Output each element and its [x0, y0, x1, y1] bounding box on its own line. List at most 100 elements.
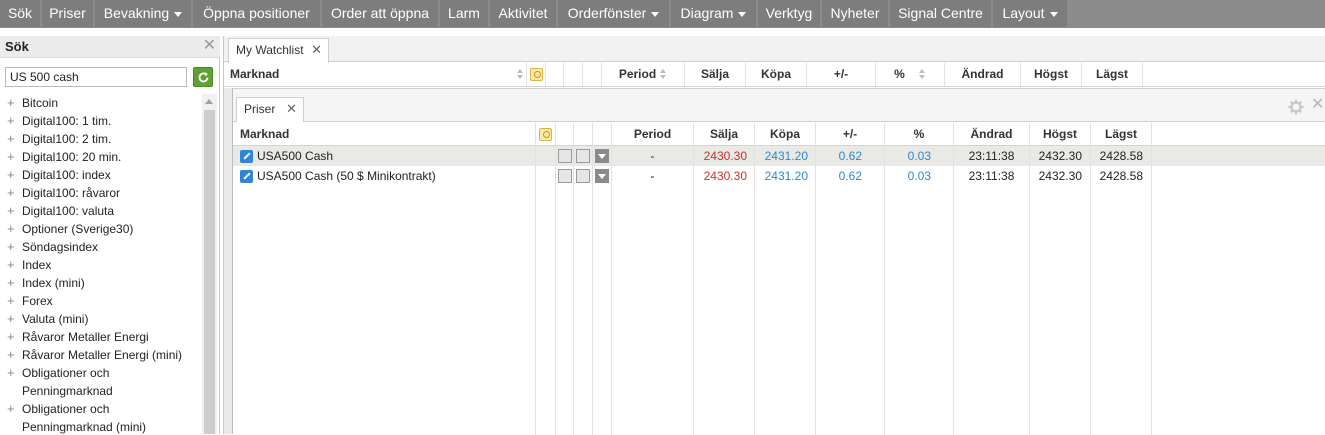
bar-chart-icon[interactable]: [576, 169, 590, 183]
expand-icon[interactable]: +: [7, 184, 15, 202]
bar-chart-icon[interactable]: [576, 149, 590, 163]
edit-icon[interactable]: [240, 150, 253, 164]
tree-item[interactable]: + Söndagsindex: [0, 238, 202, 256]
expand-icon[interactable]: +: [7, 112, 15, 130]
table-row[interactable]: USA500 Cash - 2430.30 2431.20 0.62 0.03 …: [233, 146, 1325, 166]
search-button[interactable]: [193, 67, 213, 87]
tree-item[interactable]: + Index (mini): [0, 274, 202, 292]
column-header-low[interactable]: Lägst: [1091, 123, 1152, 146]
tree-item[interactable]: + Forex: [0, 292, 202, 310]
tree-scrollbar[interactable]: [202, 94, 217, 434]
buy-price-cell[interactable]: 2431.20: [755, 146, 816, 166]
tree-item[interactable]: + Digital100: råvaror: [0, 184, 202, 202]
column-header-percent[interactable]: %: [885, 123, 954, 146]
column-header-buy[interactable]: Köpa: [746, 63, 807, 86]
tree-item[interactable]: + Digital100: index: [0, 166, 202, 184]
expand-icon[interactable]: +: [7, 328, 15, 346]
info-sheet-icon[interactable]: [558, 169, 572, 183]
expand-icon[interactable]: +: [7, 94, 15, 112]
expand-icon[interactable]: +: [7, 202, 15, 220]
menu-item-layout[interactable]: Layout: [993, 0, 1067, 27]
close-icon[interactable]: ✕: [203, 37, 216, 55]
info-cell[interactable]: [556, 146, 574, 166]
edit-icon[interactable]: [240, 170, 253, 184]
tree-item[interactable]: + Optioner (Sverige30): [0, 220, 202, 238]
expand-icon[interactable]: +: [7, 310, 15, 328]
dropdown-cell[interactable]: [593, 166, 612, 186]
menu-item-order-att-oppna[interactable]: Order att öppna: [322, 0, 438, 27]
scrollbar-thumb[interactable]: [204, 110, 215, 434]
close-icon[interactable]: ✕: [286, 98, 297, 120]
sell-price-cell[interactable]: 2430.30: [694, 166, 755, 186]
column-header-signal[interactable]: [536, 123, 556, 146]
menu-item-diagram[interactable]: Diagram: [671, 0, 756, 27]
column-header-period[interactable]: Period: [612, 123, 694, 146]
column-header-high[interactable]: Högst: [1030, 123, 1091, 146]
sort-icon[interactable]: [517, 69, 524, 80]
sort-icon[interactable]: [918, 69, 926, 80]
menu-item-sok[interactable]: Sök: [0, 0, 40, 27]
chart-cell[interactable]: [574, 146, 593, 166]
expand-icon[interactable]: +: [7, 130, 15, 148]
column-header-updated[interactable]: Ändrad: [945, 63, 1021, 86]
menu-item-bevakning[interactable]: Bevakning: [95, 0, 191, 27]
expand-icon[interactable]: +: [7, 274, 15, 292]
tree-item[interactable]: + Digital100: 2 tim.: [0, 130, 202, 148]
search-input[interactable]: [5, 67, 187, 87]
menu-item-signal-centre[interactable]: Signal Centre: [890, 0, 991, 27]
chart-cell[interactable]: [574, 166, 593, 186]
dropdown-arrow-icon[interactable]: [595, 149, 609, 163]
gear-icon[interactable]: [1288, 99, 1304, 115]
column-header-signal[interactable]: [527, 63, 546, 86]
sort-icon[interactable]: [660, 69, 667, 80]
expand-icon[interactable]: +: [7, 148, 15, 166]
column-header-change[interactable]: +/-: [807, 63, 876, 86]
tree-item[interactable]: + Valuta (mini): [0, 310, 202, 328]
expand-icon[interactable]: +: [7, 292, 15, 310]
buy-price-cell[interactable]: 2431.20: [755, 166, 816, 186]
tree-item[interactable]: + Digital100: 1 tim.: [0, 112, 202, 130]
expand-icon[interactable]: +: [7, 346, 15, 364]
column-header-period[interactable]: Period: [602, 63, 685, 86]
expand-icon[interactable]: +: [7, 220, 15, 238]
tree-item[interactable]: + Index: [0, 256, 202, 274]
menu-item-orderfonster[interactable]: Orderfönster: [558, 0, 669, 27]
expand-icon[interactable]: +: [7, 166, 15, 184]
column-header-updated[interactable]: Ändrad: [954, 123, 1030, 146]
menu-item-oppna-positioner[interactable]: Öppna positioner: [193, 0, 320, 27]
tree-item[interactable]: + Digital100: valuta: [0, 202, 202, 220]
sell-price-cell[interactable]: 2430.30: [694, 146, 755, 166]
column-header-high[interactable]: Högst: [1021, 63, 1082, 86]
scroll-up-arrow-icon[interactable]: [205, 99, 213, 104]
expand-icon[interactable]: +: [7, 256, 15, 274]
tree-item[interactable]: + Råvaror Metaller Energi (mini): [0, 346, 202, 364]
expand-icon[interactable]: +: [7, 364, 15, 382]
table-row[interactable]: USA500 Cash (50 $ Minikontrakt) - 2430.3…: [233, 166, 1325, 186]
tree-item[interactable]: + Bitcoin: [0, 94, 202, 112]
menu-item-nyheter[interactable]: Nyheter: [822, 0, 888, 27]
menu-item-larm[interactable]: Larm: [440, 0, 488, 27]
dropdown-cell[interactable]: [593, 146, 612, 166]
menu-item-verktyg[interactable]: Verktyg: [758, 0, 820, 27]
tab-my-watchlist[interactable]: My Watchlist ✕: [228, 38, 329, 63]
info-sheet-icon[interactable]: [558, 149, 572, 163]
column-header-market[interactable]: Marknad: [233, 123, 536, 146]
menu-item-priser[interactable]: Priser: [42, 0, 93, 27]
expand-icon[interactable]: +: [7, 400, 15, 418]
tab-priser[interactable]: Priser ✕: [236, 97, 304, 122]
close-window-icon[interactable]: ✕: [1311, 95, 1324, 115]
tree-item[interactable]: + Obligationer och Penningmarknad (mini): [0, 400, 202, 434]
expand-icon[interactable]: +: [7, 238, 15, 256]
tree-item[interactable]: + Digital100: 20 min.: [0, 148, 202, 166]
dropdown-arrow-icon[interactable]: [595, 169, 609, 183]
market-cell[interactable]: USA500 Cash (50 $ Minikontrakt): [233, 166, 536, 186]
menu-item-aktivitet[interactable]: Aktivitet: [490, 0, 556, 27]
tree-item[interactable]: + Obligationer och Penningmarknad: [0, 364, 202, 400]
info-cell[interactable]: [556, 166, 574, 186]
column-header-sell[interactable]: Sälja: [694, 123, 755, 146]
column-header-sell[interactable]: Sälja: [685, 63, 746, 86]
column-header-change[interactable]: +/-: [816, 123, 885, 146]
tree-item[interactable]: + Råvaror Metaller Energi: [0, 328, 202, 346]
close-icon[interactable]: ✕: [311, 39, 322, 61]
column-header-buy[interactable]: Köpa: [755, 123, 816, 146]
